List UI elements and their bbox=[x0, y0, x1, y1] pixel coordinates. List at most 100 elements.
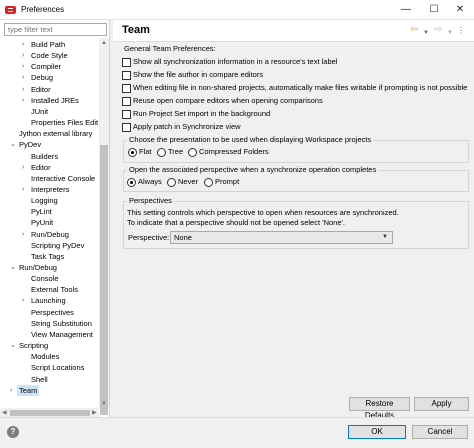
forward-dropdown-icon[interactable]: ▼ bbox=[447, 28, 453, 38]
tree-expand-arrow-icon[interactable]: › bbox=[22, 184, 24, 195]
tree-item[interactable]: PyLint bbox=[31, 206, 52, 217]
radio-always[interactable] bbox=[127, 178, 136, 187]
maximize-button[interactable]: ☐ bbox=[420, 0, 448, 20]
radio-flat[interactable] bbox=[128, 148, 137, 157]
view-menu-icon[interactable]: ⋮ bbox=[457, 26, 465, 36]
page-header: Team ⇦ ▼ ⇨ ▼ ⋮ bbox=[113, 20, 474, 42]
back-dropdown-icon[interactable]: ▼ bbox=[423, 28, 429, 38]
checkbox-reuse-compare-editors-label: Reuse open compare editors when opening … bbox=[133, 96, 323, 105]
tree-item[interactable]: Scripting PyDev bbox=[31, 240, 84, 251]
tree-item[interactable]: Team bbox=[17, 384, 40, 396]
tree-expand-arrow-icon[interactable]: › bbox=[22, 95, 24, 106]
tree-expand-arrow-icon[interactable]: › bbox=[22, 39, 24, 50]
tree-expand-arrow-icon[interactable]: › bbox=[22, 162, 24, 173]
tree-expand-arrow-icon[interactable]: › bbox=[22, 50, 24, 61]
help-icon[interactable]: ? bbox=[7, 426, 19, 438]
tree-item[interactable]: Properties Files Edito bbox=[31, 117, 98, 128]
tree-item[interactable]: Launching bbox=[31, 295, 66, 306]
tree-expand-arrow-icon[interactable]: ⌄ bbox=[10, 262, 16, 273]
tree-item[interactable]: Builders bbox=[31, 151, 58, 162]
tree-item[interactable]: Run/Debug bbox=[31, 229, 69, 240]
tree-expand-arrow-icon[interactable]: › bbox=[10, 385, 12, 396]
checkbox-apply-patch-sync-view[interactable] bbox=[122, 123, 131, 132]
ok-button[interactable]: OK bbox=[348, 425, 406, 439]
tree-item[interactable]: PyDev bbox=[19, 139, 41, 150]
eclipse-app-icon bbox=[5, 6, 16, 14]
tree-item[interactable]: Interpreters bbox=[31, 184, 69, 195]
checkbox-show-sync-info[interactable] bbox=[122, 58, 131, 67]
tree-expand-arrow-icon[interactable]: › bbox=[22, 72, 24, 83]
tree-item[interactable]: Logging bbox=[31, 195, 58, 206]
minimize-button[interactable]: — bbox=[392, 0, 420, 20]
title-bar: Preferences — ☐ ✕ bbox=[0, 0, 474, 20]
tree-item[interactable]: Code Style bbox=[31, 50, 68, 61]
tree-expand-arrow-icon[interactable]: › bbox=[22, 229, 24, 240]
scroll-down-arrow-icon[interactable]: ▼ bbox=[101, 401, 107, 407]
radio-never[interactable] bbox=[167, 178, 176, 187]
tree-item[interactable]: Debug bbox=[31, 72, 53, 83]
presentation-group-title: Choose the presentation to be used when … bbox=[127, 135, 374, 145]
tree-item[interactable]: Console bbox=[31, 273, 59, 284]
tree-item[interactable]: Installed JREs bbox=[31, 95, 79, 106]
filter-input[interactable] bbox=[4, 23, 107, 36]
tree-item[interactable]: Build Path bbox=[31, 39, 65, 50]
tree-item[interactable]: Shell bbox=[31, 374, 48, 385]
window-title: Preferences bbox=[21, 5, 65, 14]
tree-expand-arrow-icon[interactable]: ⌄ bbox=[10, 340, 16, 351]
checkbox-apply-patch-sync-view-label: Apply patch in Synchronize view bbox=[133, 122, 241, 131]
tree-expand-arrow-icon[interactable]: ⌄ bbox=[10, 139, 16, 150]
tree-item[interactable]: String Substitution bbox=[31, 318, 92, 329]
radio-prompt-label: Prompt bbox=[215, 177, 240, 186]
tree-item[interactable]: Modules bbox=[31, 351, 59, 362]
radio-compressed-folders[interactable] bbox=[188, 148, 197, 157]
checkbox-make-files-writable[interactable] bbox=[122, 84, 131, 93]
checkbox-make-files-writable-label: When editing file in non-shared projects… bbox=[133, 83, 468, 92]
tree-horizontal-scroll-thumb[interactable] bbox=[10, 410, 90, 416]
tree-item[interactable]: Interactive Console bbox=[31, 173, 95, 184]
radio-tree[interactable] bbox=[157, 148, 166, 157]
checkbox-show-file-author-label: Show the file author in compare editors bbox=[133, 70, 264, 79]
back-arrow-icon[interactable]: ⇦ bbox=[410, 25, 418, 35]
tree-item[interactable]: PyUnit bbox=[31, 217, 53, 228]
tree-item[interactable]: Task Tags bbox=[31, 251, 64, 262]
tree-item[interactable]: JUnit bbox=[31, 106, 48, 117]
dialog-separator bbox=[0, 417, 474, 418]
scroll-up-arrow-icon[interactable]: ▲ bbox=[101, 40, 107, 46]
tree-item[interactable]: Jython external library bbox=[19, 128, 92, 139]
tree-item[interactable]: Script Locations bbox=[31, 362, 84, 373]
tree-item[interactable]: Scripting bbox=[19, 340, 48, 351]
preference-tree: › Build Path › Code Style › Compiler › Debug › Ed… bbox=[0, 38, 98, 410]
general-team-preferences-label: General Team Preferences: bbox=[124, 44, 216, 53]
restore-defaults-button[interactable]: Restore Defaults bbox=[349, 397, 410, 420]
radio-prompt[interactable] bbox=[204, 178, 213, 187]
checkbox-run-project-set-import[interactable] bbox=[122, 110, 131, 119]
page-title: Team bbox=[122, 24, 150, 36]
tree-item[interactable]: View Management bbox=[31, 329, 93, 340]
perspectives-group-title: Perspectives bbox=[127, 196, 174, 206]
radio-flat-label: Flat bbox=[139, 147, 152, 156]
radio-compressed-folders-label: Compressed Folders bbox=[199, 147, 269, 156]
tree-item[interactable]: Run/Debug bbox=[19, 262, 57, 273]
tree-expand-arrow-icon[interactable]: › bbox=[22, 61, 24, 72]
tree-item[interactable]: External Tools bbox=[31, 284, 78, 295]
checkbox-show-file-author[interactable] bbox=[122, 71, 131, 80]
scroll-right-arrow-icon[interactable]: ▶ bbox=[92, 409, 97, 416]
checkbox-reuse-compare-editors[interactable] bbox=[122, 97, 131, 106]
cancel-button[interactable]: Cancel bbox=[412, 425, 468, 439]
tree-expand-arrow-icon[interactable]: › bbox=[22, 84, 24, 95]
apply-button[interactable]: Apply bbox=[414, 397, 469, 411]
perspective-select[interactable]: None ▼ bbox=[170, 231, 393, 244]
perspective-select-value: None bbox=[174, 233, 192, 242]
close-button[interactable]: ✕ bbox=[446, 0, 474, 20]
tree-item[interactable]: Editor bbox=[31, 162, 51, 173]
tree-expand-arrow-icon[interactable]: › bbox=[22, 295, 24, 306]
tree-item[interactable]: Perspectives bbox=[31, 307, 74, 318]
forward-arrow-icon[interactable]: ⇨ bbox=[434, 25, 442, 35]
scroll-left-arrow-icon[interactable]: ◀ bbox=[2, 409, 7, 416]
perspectives-description-2: To indicate that a perspective should no… bbox=[127, 218, 346, 227]
checkbox-show-sync-info-label: Show all synchronization information in … bbox=[133, 57, 338, 66]
tree-item[interactable]: Editor bbox=[31, 84, 51, 95]
preference-tree-pane: › Build Path › Code Style › Compiler › Debug › Ed… bbox=[0, 20, 110, 417]
tree-vertical-scroll-thumb[interactable] bbox=[100, 145, 108, 415]
tree-item[interactable]: Compiler bbox=[31, 61, 61, 72]
